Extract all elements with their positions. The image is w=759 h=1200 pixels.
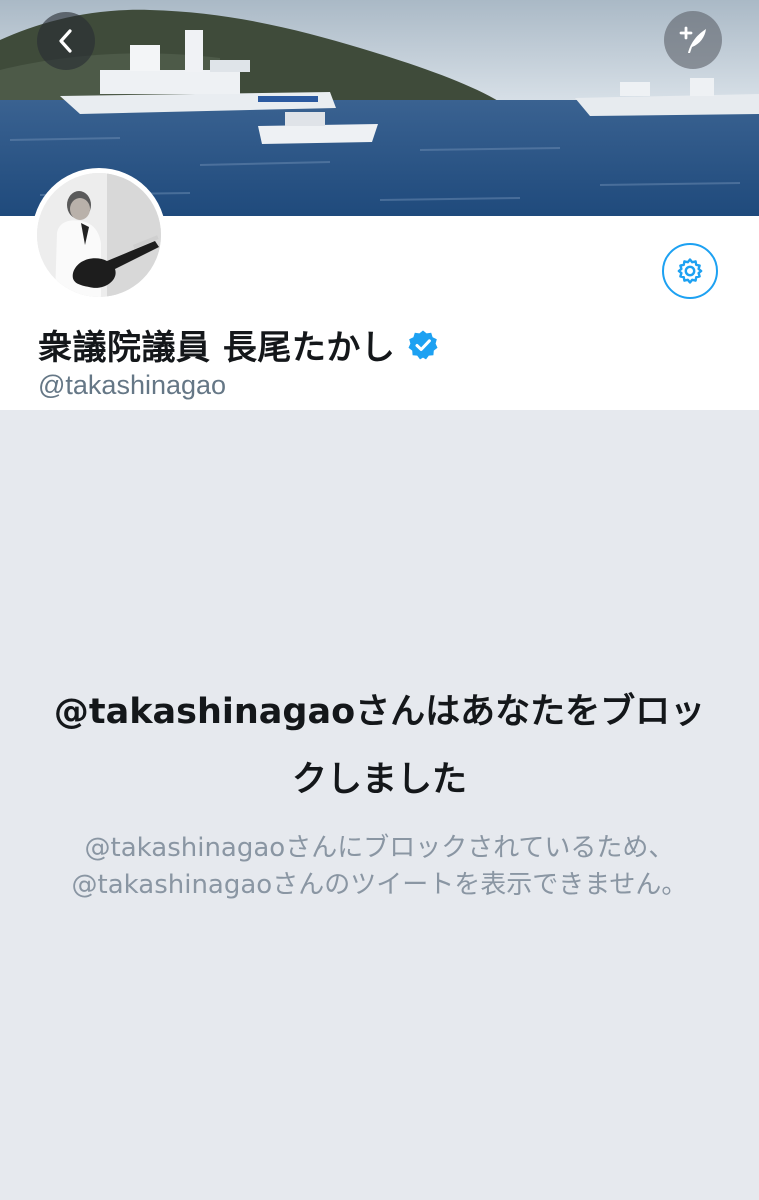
verified-badge-icon: [407, 329, 439, 361]
gear-icon: [675, 256, 705, 286]
chevron-left-icon: [55, 28, 77, 54]
profile-handle: @takashinagao: [38, 370, 227, 400]
name-row: 衆議院議員 長尾たかし: [38, 320, 439, 369]
settings-button[interactable]: [662, 243, 718, 299]
blocked-title: @takashinagaoさんはあなたをブロックしました: [53, 692, 706, 800]
display-name: 衆議院議員 長尾たかし: [38, 328, 396, 368]
compose-tweet-icon: [675, 22, 711, 58]
avatar[interactable]: [32, 168, 166, 302]
profile-page: 衆議院議員 長尾たかし @takashinagao @takashinagaoさ…: [0, 0, 759, 1200]
blocked-notice: @takashinagaoさんはあなたをブロックしました @takashinag…: [0, 410, 759, 1200]
compose-tweet-button[interactable]: [664, 11, 722, 69]
back-button[interactable]: [37, 12, 95, 70]
avatar-image: [37, 173, 161, 297]
blocked-description: @takashinagaoさんにブロックされているため、@takashinaga…: [71, 833, 688, 900]
